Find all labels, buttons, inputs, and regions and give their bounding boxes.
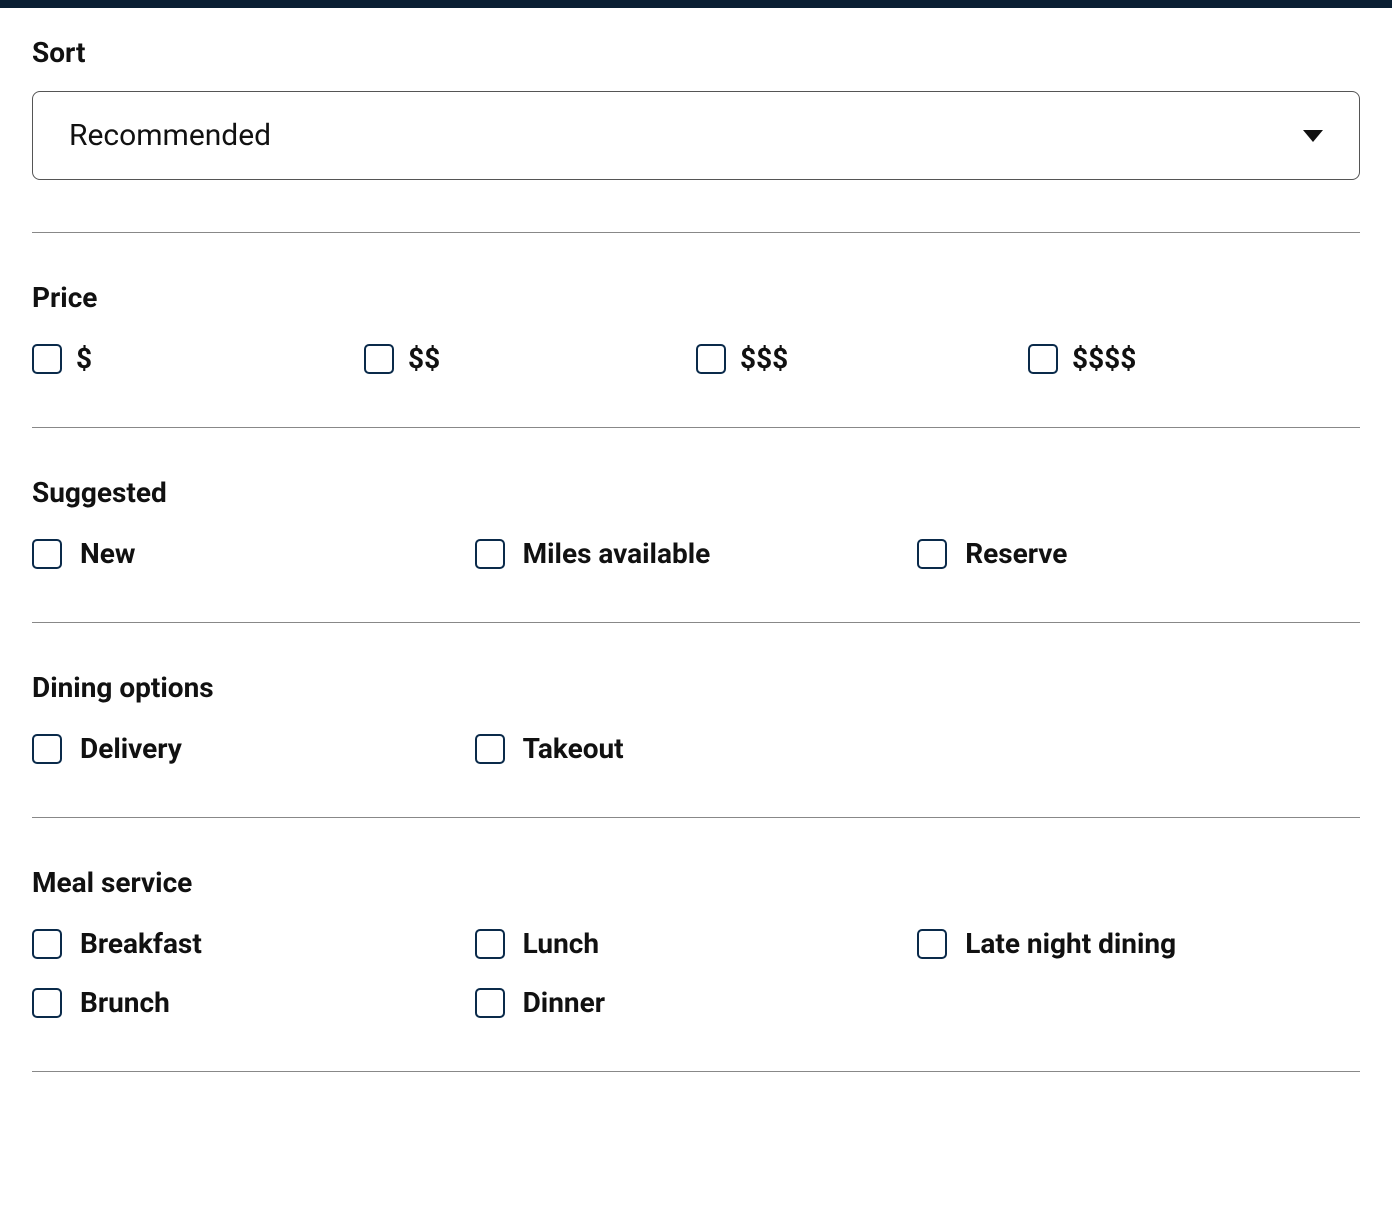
dining-heading: Dining options bbox=[32, 671, 1360, 704]
suggested-option-reserve[interactable]: Reserve bbox=[917, 537, 1360, 570]
meal-option-lunch[interactable]: Lunch bbox=[475, 927, 918, 960]
meal-option-late-night[interactable]: Late night dining bbox=[917, 927, 1360, 960]
meal-option-breakfast[interactable]: Breakfast bbox=[32, 927, 475, 960]
option-label: Brunch bbox=[80, 986, 170, 1019]
suggested-section: Suggested New Miles available Reserve bbox=[32, 428, 1360, 570]
option-label: Delivery bbox=[80, 732, 182, 765]
sort-heading: Sort bbox=[32, 36, 1360, 69]
price-option-2[interactable]: $$ bbox=[364, 342, 696, 375]
option-label: Reserve bbox=[965, 537, 1067, 570]
price-heading: Price bbox=[32, 281, 1360, 314]
meal-section: Meal service Breakfast Lunch Late night … bbox=[32, 818, 1360, 1019]
meal-option-dinner[interactable]: Dinner bbox=[475, 986, 918, 1019]
checkbox[interactable] bbox=[917, 929, 947, 959]
option-label: Takeout bbox=[523, 732, 624, 765]
checkbox[interactable] bbox=[917, 539, 947, 569]
dining-option-delivery[interactable]: Delivery bbox=[32, 732, 475, 765]
checkbox[interactable] bbox=[696, 344, 726, 374]
dining-options: Delivery Takeout bbox=[32, 732, 1360, 765]
option-label: Dinner bbox=[523, 986, 605, 1019]
checkbox[interactable] bbox=[32, 539, 62, 569]
price-option-1[interactable]: $ bbox=[32, 342, 364, 375]
checkbox[interactable] bbox=[32, 929, 62, 959]
sort-dropdown[interactable]: Recommended bbox=[32, 91, 1360, 180]
checkbox[interactable] bbox=[364, 344, 394, 374]
caret-down-icon bbox=[1303, 130, 1323, 142]
filter-panel: Sort Recommended Price $ $$ $$$ $$$$ bbox=[0, 8, 1392, 1072]
option-label: Late night dining bbox=[965, 927, 1176, 960]
checkbox[interactable] bbox=[475, 539, 505, 569]
price-option-4[interactable]: $$$$ bbox=[1028, 342, 1360, 375]
checkbox[interactable] bbox=[1028, 344, 1058, 374]
price-option-label: $$$$ bbox=[1072, 342, 1136, 375]
option-label: Lunch bbox=[523, 927, 599, 960]
checkbox[interactable] bbox=[32, 988, 62, 1018]
price-options: $ $$ $$$ $$$$ bbox=[32, 342, 1360, 375]
meal-heading: Meal service bbox=[32, 866, 1360, 899]
checkbox[interactable] bbox=[475, 988, 505, 1018]
divider bbox=[32, 1071, 1360, 1072]
top-bar bbox=[0, 0, 1392, 8]
price-section: Price $ $$ $$$ $$$$ bbox=[32, 233, 1360, 375]
dining-option-takeout[interactable]: Takeout bbox=[475, 732, 918, 765]
meal-option-brunch[interactable]: Brunch bbox=[32, 986, 475, 1019]
checkbox[interactable] bbox=[475, 929, 505, 959]
suggested-heading: Suggested bbox=[32, 476, 1360, 509]
sort-dropdown-value: Recommended bbox=[69, 118, 271, 153]
price-option-label: $$$ bbox=[740, 342, 788, 375]
suggested-option-new[interactable]: New bbox=[32, 537, 475, 570]
checkbox[interactable] bbox=[475, 734, 505, 764]
option-label: New bbox=[80, 537, 135, 570]
option-label: Breakfast bbox=[80, 927, 202, 960]
price-option-label: $ bbox=[76, 342, 92, 375]
suggested-option-miles[interactable]: Miles available bbox=[475, 537, 918, 570]
price-option-3[interactable]: $$$ bbox=[696, 342, 1028, 375]
price-option-label: $$ bbox=[408, 342, 440, 375]
suggested-options: New Miles available Reserve bbox=[32, 537, 1360, 570]
dining-section: Dining options Delivery Takeout bbox=[32, 623, 1360, 765]
checkbox[interactable] bbox=[32, 734, 62, 764]
meal-options: Breakfast Lunch Late night dining Brunch… bbox=[32, 927, 1360, 1019]
checkbox[interactable] bbox=[32, 344, 62, 374]
option-label: Miles available bbox=[523, 537, 711, 570]
